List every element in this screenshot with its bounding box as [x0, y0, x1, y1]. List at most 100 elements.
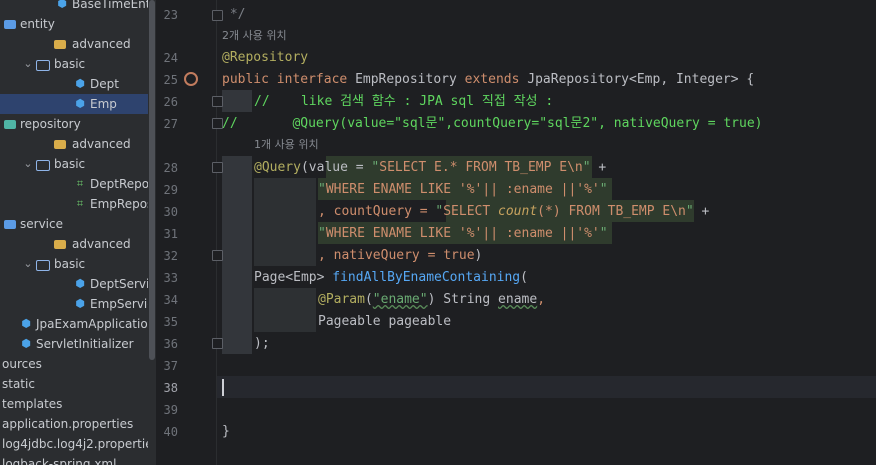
tree-item-label: advanced	[72, 37, 131, 51]
tree-item[interactable]: ⌄ basic	[0, 154, 148, 174]
tree-item-label: EmpRepository	[90, 197, 148, 211]
tree-item[interactable]: ⬢ EmpService	[0, 294, 148, 314]
tree-item[interactable]: ⬢ ServletInitializer	[0, 334, 148, 354]
code-line-27: // @Query(value="sql문",countQuery="sql문2…	[222, 116, 763, 131]
tree-item[interactable]: logback-spring.xml	[0, 454, 148, 465]
folder-icon	[36, 260, 50, 271]
code-line-28: @Query(value = "SELECT E.* FROM TB_EMP E…	[254, 160, 607, 175]
folder-icon	[54, 240, 66, 249]
tree-item[interactable]: templates	[0, 394, 148, 414]
class-icon: ⬢	[21, 337, 31, 350]
folder-icon	[4, 120, 16, 129]
folder-icon	[4, 20, 16, 29]
tree-item[interactable]: ⬢ Emp	[0, 94, 148, 114]
folder-icon	[54, 140, 66, 149]
code-line-30: , countQuery = "SELECT count(*) FROM TB_…	[318, 204, 710, 219]
tree-item-label: logback-spring.xml	[2, 457, 117, 465]
code-line-26: // like 검색 함수 : JPA sql 직접 작성 :	[254, 94, 554, 109]
line-number: 25	[163, 73, 178, 87]
tree-item[interactable]: ⬢ DeptService	[0, 274, 148, 294]
line-number: 35	[163, 315, 178, 329]
entity-class-icon: ⬢	[57, 0, 67, 10]
tree-item-label: EmpService	[90, 297, 148, 311]
line-number: 31	[163, 227, 178, 241]
interface-icon: ⌗	[76, 177, 84, 190]
code-line-35: Pageable pageable	[318, 314, 452, 329]
tree-item[interactable]: advanced	[0, 234, 148, 254]
line-number: 24	[163, 51, 178, 65]
line-number: 34	[163, 293, 178, 307]
line-number-current: 38	[163, 381, 178, 395]
class-icon: ⬢	[75, 297, 85, 310]
line-number: 33	[163, 271, 178, 285]
folder-icon	[54, 40, 66, 49]
tree-item-label: basic	[54, 57, 86, 71]
code-line-25: public interface EmpRepository extends J…	[222, 72, 755, 87]
tree-item[interactable]: static	[0, 374, 148, 394]
current-line-highlight	[217, 376, 876, 398]
tree-item[interactable]: ources	[0, 354, 148, 374]
fold-marker-icon[interactable]	[212, 96, 223, 107]
code-line-34: @Param("ename") String ename,	[318, 292, 546, 307]
tree-item-label: basic	[54, 157, 86, 171]
folder-icon	[36, 160, 50, 171]
tree-item[interactable]: ⌄ basic	[0, 254, 148, 274]
usage-hint[interactable]: 2개 사용 위치	[222, 25, 287, 47]
tree-item[interactable]: log4jdbc.log4j2.properties	[0, 434, 148, 454]
tree-item-label: ources	[2, 357, 42, 371]
tree-item[interactable]: ⌗ DeptRepository	[0, 174, 148, 194]
tree-item-label: log4jdbc.log4j2.properties	[2, 437, 148, 451]
line-number: 26	[163, 95, 178, 109]
code-line-33: Page<Emp> findAllByEnameContaining(	[254, 270, 528, 285]
tree-item[interactable]: ⌗ EmpRepository	[0, 194, 148, 214]
tree-item[interactable]: ⬢ JpaExamApplication	[0, 314, 148, 334]
tree-item-label: DeptRepository	[90, 177, 148, 191]
interface-icon: ⌗	[76, 197, 84, 210]
code-line-31: "WHERE ENAME LIKE '%'|| :ename ||'%'"	[318, 226, 608, 241]
tree-item-label: repository	[20, 117, 81, 131]
chevron-down-icon[interactable]: ⌄	[20, 56, 36, 72]
line-number: 29	[163, 183, 178, 197]
line-number: 37	[163, 359, 178, 373]
indent-block	[254, 288, 316, 332]
tree-item-label: ServletInitializer	[36, 337, 134, 351]
tree-item-label: application.properties	[2, 417, 134, 431]
code-line-32: , nativeQuery = true)	[318, 248, 483, 263]
folder-icon	[36, 60, 50, 71]
tree-item[interactable]: advanced	[0, 34, 148, 54]
tree-item[interactable]: application.properties	[0, 414, 148, 434]
line-number: 39	[163, 403, 178, 417]
implementation-marker-icon[interactable]	[184, 72, 198, 86]
tree-item[interactable]: ⬢ Dept	[0, 74, 148, 94]
chevron-down-icon[interactable]: ⌄	[20, 256, 36, 272]
tree-item-label: Emp	[90, 97, 117, 111]
tree-item-label: JpaExamApplication	[36, 317, 148, 331]
chevron-down-icon[interactable]: ⌄	[20, 156, 36, 172]
indent-block	[254, 178, 316, 266]
tree-item[interactable]: ⌄ basic	[0, 54, 148, 74]
line-number: 28	[163, 161, 178, 175]
tree-item-label: advanced	[72, 237, 131, 251]
code-line-29: "WHERE ENAME LIKE '%'|| :ename ||'%'"	[318, 182, 608, 197]
code-line-40: }	[222, 424, 230, 439]
class-icon: ⬢	[75, 277, 85, 290]
code-line-36: );	[254, 336, 270, 351]
entity-class-icon: ⬢	[75, 97, 85, 110]
usage-hint[interactable]: 1개 사용 위치	[254, 134, 319, 156]
tree-item[interactable]: advanced	[0, 134, 148, 154]
fold-marker-icon[interactable]	[212, 338, 223, 349]
line-number: 23	[163, 8, 178, 22]
project-tree-scrollbar-thumb[interactable]	[149, 0, 155, 360]
fold-marker-icon[interactable]	[212, 162, 223, 173]
tree-item-label: advanced	[72, 137, 131, 151]
tree-item-label: DeptService	[90, 277, 148, 291]
fold-marker-icon[interactable]	[212, 250, 223, 261]
tree-item[interactable]: ⬢ BaseTimeEntity	[0, 0, 148, 14]
tree-item-label: basic	[54, 257, 86, 271]
project-tree: ⬢BaseTimeEntity⌄entityadvanced⌄basic⬢Dep…	[0, 0, 148, 465]
tree-item[interactable]: ⌄repository	[0, 114, 148, 134]
tree-item[interactable]: ⌄entity	[0, 14, 148, 34]
tree-item[interactable]: ⌄service	[0, 214, 148, 234]
line-number: 40	[163, 425, 178, 439]
tree-item-label: static	[2, 377, 35, 391]
